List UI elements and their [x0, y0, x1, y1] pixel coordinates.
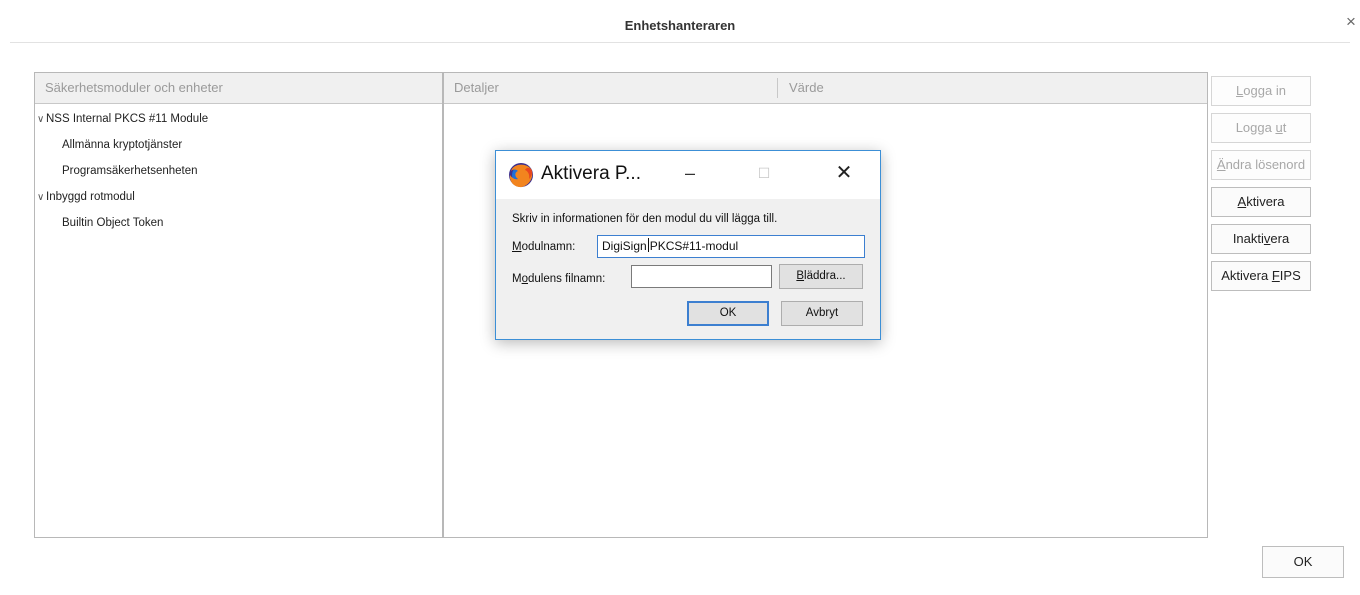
- deactivate-button[interactable]: Inaktivera: [1211, 224, 1311, 254]
- enable-fips-button[interactable]: Aktivera FIPS: [1211, 261, 1311, 291]
- modules-column-header-label: Säkerhetsmoduler och enheter: [45, 80, 223, 95]
- tree-item-label: Builtin Object Token: [62, 217, 164, 229]
- window-titlebar: Enhetshanteraren: [10, 10, 1350, 43]
- value-column-label: Värde: [789, 80, 824, 95]
- close-icon[interactable]: ✕: [833, 161, 855, 185]
- module-file-label: Modulens filnamn:: [512, 273, 606, 285]
- tree-item-general-crypto-services[interactable]: Allmänna kryptotjänster: [35, 132, 442, 158]
- tree-item-label: Allmänna kryptotjänster: [62, 139, 183, 151]
- dialog-titlebar[interactable]: Aktivera P... – ☐ ✕: [496, 151, 880, 199]
- tree-item-builtin-object-token[interactable]: Builtin Object Token: [35, 210, 442, 236]
- minimize-icon[interactable]: –: [680, 161, 700, 185]
- load-module-dialog: Aktivera P... – ☐ ✕ Skriv in information…: [495, 150, 881, 340]
- activate-button[interactable]: Aktivera: [1211, 187, 1311, 217]
- tree-item-software-security-device[interactable]: Programsäkerhetsenheten: [35, 158, 442, 184]
- module-name-label: Modulnamn:: [512, 241, 576, 253]
- text-caret: [647, 238, 649, 252]
- dialog-ok-button[interactable]: OK: [687, 301, 769, 326]
- column-divider[interactable]: [777, 78, 778, 98]
- change-password-button[interactable]: Ändra lösenord: [1211, 150, 1311, 180]
- chevron-down-icon[interactable]: ∨: [37, 107, 46, 133]
- firefox-icon: [509, 163, 533, 188]
- module-name-value-start: DigiSign: [602, 239, 647, 253]
- window-title: Enhetshanteraren: [624, 18, 736, 33]
- chevron-down-icon[interactable]: ∨: [37, 185, 46, 211]
- main-ok-button[interactable]: OK: [1262, 546, 1344, 578]
- details-column-label: Detaljer: [454, 80, 499, 95]
- modules-tree: ∨ NSS Internal PKCS #11 Module Allmänna k…: [35, 104, 442, 236]
- tree-item-nss-internal-module[interactable]: ∨ NSS Internal PKCS #11 Module: [35, 106, 442, 132]
- modules-panel: Säkerhetsmoduler och enheter ∨ NSS Intern…: [34, 72, 443, 538]
- browse-button[interactable]: Bläddra...: [779, 264, 863, 289]
- window-close-icon[interactable]: ×: [1343, 13, 1359, 30]
- tree-item-label: NSS Internal PKCS #11 Module: [46, 113, 209, 125]
- modules-column-header[interactable]: Säkerhetsmoduler och enheter: [35, 73, 442, 104]
- maximize-icon: ☐: [757, 165, 771, 181]
- module-name-input[interactable]: DigiSign PKCS#11-modul: [597, 235, 865, 258]
- module-name-value-end: PKCS#11-modul: [649, 239, 739, 253]
- details-column-header[interactable]: Detaljer Värde: [444, 73, 1207, 104]
- login-button[interactable]: Logga in: [1211, 76, 1311, 106]
- tree-item-builtin-root-module[interactable]: ∨ Inbyggd rotmodul: [35, 184, 442, 210]
- module-file-input[interactable]: [631, 265, 772, 288]
- dialog-prompt: Skriv in informationen för den modul du …: [512, 213, 778, 225]
- tree-item-label: Inbyggd rotmodul: [46, 191, 135, 203]
- dialog-title: Aktivera P...: [541, 163, 641, 184]
- device-actions: Logga in Logga ut Ändra lösenord Aktiver…: [1211, 76, 1311, 298]
- logout-button[interactable]: Logga ut: [1211, 113, 1311, 143]
- dialog-cancel-button[interactable]: Avbryt: [781, 301, 863, 326]
- tree-item-label: Programsäkerhetsenheten: [62, 165, 198, 177]
